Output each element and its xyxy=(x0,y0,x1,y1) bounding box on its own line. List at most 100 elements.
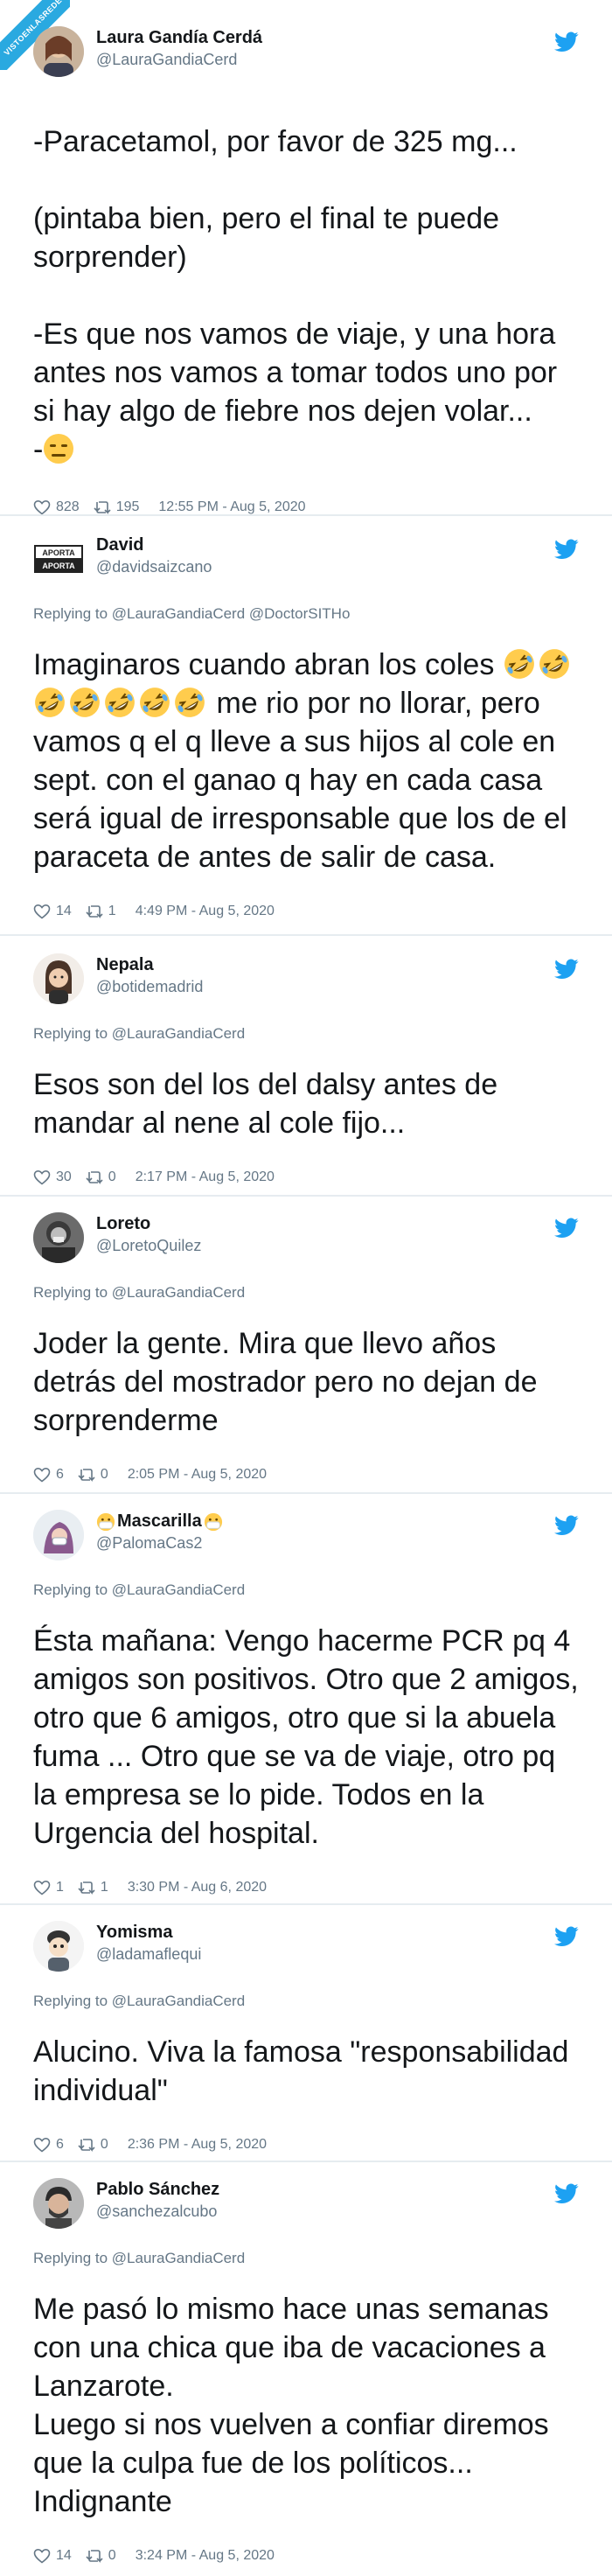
heart-icon xyxy=(33,2548,51,2564)
heart-icon xyxy=(33,904,51,919)
avatar[interactable] xyxy=(33,1212,84,1263)
author-handle[interactable]: @ladamaflequi xyxy=(96,1945,201,1964)
twitter-bird-icon[interactable] xyxy=(554,539,579,560)
avatar[interactable] xyxy=(33,26,84,77)
author-handle[interactable]: @PalomaCas2 xyxy=(96,1534,202,1553)
like-count[interactable]: 14 xyxy=(33,904,72,919)
like-count[interactable]: 30 xyxy=(33,1169,72,1185)
tweet-meta: 14 1 4:49 PM - Aug 5, 2020 xyxy=(33,901,579,922)
author-handle[interactable]: @botidemadrid xyxy=(96,978,203,996)
replying-to[interactable]: Replying to @LauraGandiaCerd xyxy=(33,2250,579,2267)
divider xyxy=(0,1903,612,1905)
tweet-text: Imaginaros cuando abran los coles me rio… xyxy=(33,646,579,876)
timestamp[interactable]: 2:05 PM - Aug 5, 2020 xyxy=(128,1467,267,1483)
rofl-emoji-icon xyxy=(70,688,100,717)
like-count-value: 1 xyxy=(56,1880,64,1895)
like-count[interactable]: 6 xyxy=(33,2137,64,2153)
like-count[interactable]: 1 xyxy=(33,1880,64,1895)
rofl-emoji-icon xyxy=(105,688,135,717)
author-handle[interactable]: @sanchezalcubo xyxy=(96,2203,217,2221)
tweet-card[interactable]: Nepala @botidemadrid Replying to @LauraG… xyxy=(0,948,612,1188)
heart-icon xyxy=(33,499,51,515)
tweet-header: Laura Gandía Cerdá @LauraGandiaCerd xyxy=(33,21,579,82)
twitter-bird-icon[interactable] xyxy=(554,1515,579,1536)
timestamp[interactable]: 3:24 PM - Aug 5, 2020 xyxy=(136,2548,275,2564)
tweet-card[interactable]: Pablo Sánchez @sanchezalcubo Replying to… xyxy=(0,2173,612,2566)
twitter-bird-icon[interactable] xyxy=(554,31,579,52)
retweet-count[interactable]: 0 xyxy=(86,1169,116,1185)
replying-to[interactable]: Replying to @LauraGandiaCerd @DoctorSITH… xyxy=(33,605,579,623)
retweet-count-value: 1 xyxy=(108,904,116,918)
rofl-emoji-icon xyxy=(175,688,205,717)
tweet-header: Nepala @botidemadrid xyxy=(33,948,579,1009)
author-handle[interactable]: @LoretoQuilez xyxy=(96,1237,201,1255)
author-name[interactable]: Nepala xyxy=(96,955,154,975)
divider xyxy=(0,1492,612,1494)
author-handle[interactable]: @LauraGandiaCerd xyxy=(96,51,237,69)
avatar[interactable] xyxy=(33,1921,84,1972)
retweet-count-value: 195 xyxy=(115,499,140,514)
timestamp[interactable]: 4:49 PM - Aug 5, 2020 xyxy=(136,904,275,919)
divider xyxy=(0,934,612,936)
tweet-meta: 6 0 2:36 PM - Aug 5, 2020 xyxy=(33,2134,579,2155)
replying-to[interactable]: Replying to @LauraGandiaCerd xyxy=(33,1993,579,2010)
like-count[interactable]: 14 xyxy=(33,2548,72,2564)
like-count-value: 828 xyxy=(56,499,80,514)
retweet-count[interactable]: 0 xyxy=(78,1467,108,1483)
timestamp[interactable]: 2:17 PM - Aug 5, 2020 xyxy=(136,1169,275,1185)
replying-to[interactable]: Replying to @LauraGandiaCerd xyxy=(33,1284,579,1302)
tweet-header: APORTA APORTA David @davidsaizcano xyxy=(33,528,579,590)
avatar[interactable]: APORTA APORTA xyxy=(33,534,84,584)
author-name[interactable]: David xyxy=(96,535,143,555)
like-count-value: 14 xyxy=(56,904,72,918)
tweet-text-before: Imaginaros cuando abran los coles xyxy=(33,648,503,681)
tweet-card[interactable]: Laura Gandía Cerdá @LauraGandiaCerd -Par… xyxy=(0,21,612,518)
tweet-text: Joder la gente. Mira que llevo años detr… xyxy=(33,1327,546,1437)
timestamp[interactable]: 12:55 PM - Aug 5, 2020 xyxy=(158,499,305,515)
like-count[interactable]: 6 xyxy=(33,1467,64,1483)
svg-text:APORTA: APORTA xyxy=(42,548,75,557)
author-name[interactable]: Yomisma xyxy=(96,1923,172,1943)
retweet-count[interactable]: 0 xyxy=(86,2548,116,2564)
avatar[interactable] xyxy=(33,953,84,1004)
avatar[interactable] xyxy=(33,2178,84,2229)
heart-icon xyxy=(33,1467,51,1483)
heart-icon xyxy=(33,1880,51,1895)
author-name-text: Mascarilla xyxy=(117,1511,202,1531)
retweet-count[interactable]: 1 xyxy=(78,1880,108,1895)
twitter-bird-icon[interactable] xyxy=(554,2183,579,2204)
like-count-value: 6 xyxy=(56,2137,64,2152)
author-name[interactable]: Mascarilla xyxy=(96,1511,223,1532)
retweet-icon xyxy=(86,1171,103,1184)
tweet-header: Loreto @LoretoQuilez xyxy=(33,1207,579,1268)
like-count[interactable]: 828 xyxy=(33,499,80,515)
author-handle[interactable]: @davidsaizcano xyxy=(96,558,212,576)
author-name[interactable]: Pablo Sánchez xyxy=(96,2180,219,2200)
avatar[interactable] xyxy=(33,1510,84,1560)
twitter-bird-icon[interactable] xyxy=(554,1926,579,1947)
retweet-count[interactable]: 0 xyxy=(78,2137,108,2153)
retweet-icon xyxy=(78,1469,95,1482)
retweet-count[interactable]: 1 xyxy=(86,904,116,919)
author-name[interactable]: Loreto xyxy=(96,1214,150,1234)
retweet-icon xyxy=(86,2550,103,2563)
like-count-value: 14 xyxy=(56,2548,72,2563)
retweet-count-value: 0 xyxy=(108,1169,116,1184)
retweet-icon xyxy=(86,905,103,918)
retweet-count-value: 1 xyxy=(100,1880,108,1895)
tweet-card[interactable]: Mascarilla @PalomaCas2 Replying to @Laur… xyxy=(0,1504,612,1898)
tweet-header: Yomisma @ladamaflequi xyxy=(33,1916,579,1977)
timestamp[interactable]: 3:30 PM - Aug 6, 2020 xyxy=(128,1880,267,1895)
retweet-count-value: 0 xyxy=(100,2137,108,2152)
replying-to[interactable]: Replying to @LauraGandiaCerd xyxy=(33,1025,579,1043)
replying-to[interactable]: Replying to @LauraGandiaCerd xyxy=(33,1581,579,1599)
retweet-count[interactable]: 195 xyxy=(94,499,140,515)
timestamp[interactable]: 2:36 PM - Aug 5, 2020 xyxy=(128,2137,267,2153)
twitter-bird-icon[interactable] xyxy=(554,959,579,980)
author-name[interactable]: Laura Gandía Cerdá xyxy=(96,28,262,48)
tweet-card[interactable]: Loreto @LoretoQuilez Replying to @LauraG… xyxy=(0,1207,612,1485)
tweet-card[interactable]: APORTA APORTA David @davidsaizcano Replyi… xyxy=(0,528,612,922)
tweet-card[interactable]: Yomisma @ladamaflequi Replying to @Laura… xyxy=(0,1916,612,2155)
tweet-header: Pablo Sánchez @sanchezalcubo xyxy=(33,2173,579,2234)
twitter-bird-icon[interactable] xyxy=(554,1218,579,1239)
